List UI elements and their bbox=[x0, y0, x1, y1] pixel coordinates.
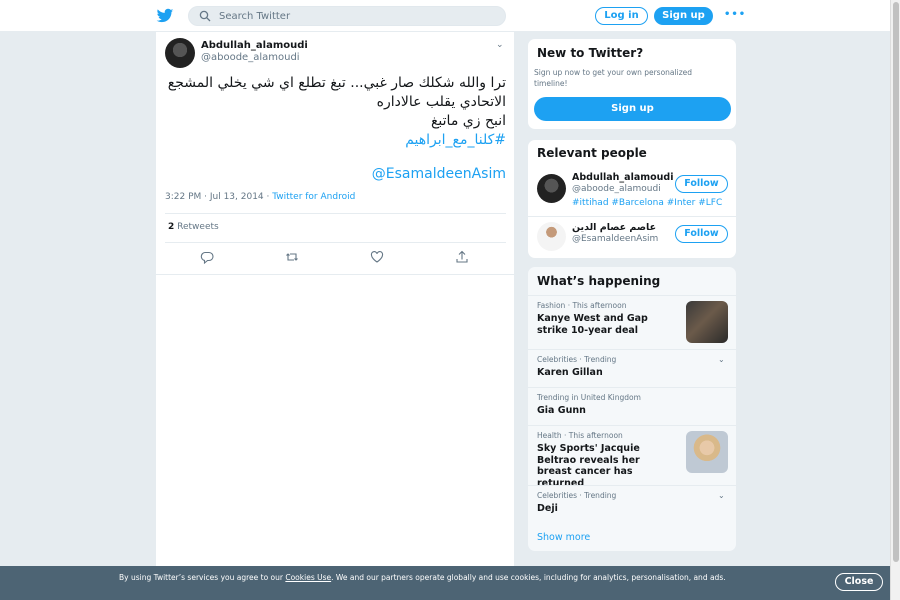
follow-button[interactable]: Follow bbox=[675, 175, 728, 193]
tweet-author-name[interactable]: Abdullah_alamoudi bbox=[201, 40, 308, 51]
twitter-bird-icon[interactable] bbox=[156, 7, 174, 25]
trend-thumbnail[interactable] bbox=[686, 301, 728, 343]
avatar[interactable] bbox=[537, 174, 566, 203]
trend-thumbnail[interactable] bbox=[686, 431, 728, 473]
show-more-link[interactable]: Show more bbox=[537, 532, 590, 543]
tweet-detail: Abdullah_alamoudi @aboode_alamoudi ⌄ ترا… bbox=[155, 32, 515, 572]
avatar[interactable] bbox=[537, 222, 566, 251]
trend-item[interactable]: Celebrities · Trending Karen Gillan ⌄ bbox=[528, 349, 736, 387]
tweet-source-link[interactable]: Twitter for Android bbox=[272, 192, 355, 202]
trend-item[interactable]: Celebrities · Trending Deji ⌄ bbox=[528, 485, 736, 523]
divider bbox=[156, 274, 514, 275]
tweet-timestamp: 3:22 PM · Jul 13, 2014 · Twitter for And… bbox=[165, 192, 355, 202]
retweet-icon[interactable] bbox=[285, 250, 299, 264]
chevron-down-icon[interactable]: ⌄ bbox=[718, 491, 725, 500]
trend-item[interactable]: Health · This afternoon Sky Sports' Jacq… bbox=[528, 425, 736, 489]
tweet-hashtag-link[interactable]: #كلنا_مع_ابراهيم bbox=[166, 131, 506, 150]
trend-meta: Celebrities · Trending bbox=[537, 355, 617, 364]
trend-meta: Celebrities · Trending bbox=[537, 491, 617, 500]
relevant-people-card: Relevant people Abdullah_alamoudi @abood… bbox=[527, 139, 737, 259]
share-icon[interactable] bbox=[455, 250, 469, 264]
card-subtitle: Sign up now to get your own personalized… bbox=[534, 68, 693, 88]
tweet-author-handle[interactable]: @aboode_alamoudi bbox=[201, 52, 300, 63]
close-button[interactable]: Close bbox=[835, 573, 883, 591]
avatar[interactable] bbox=[165, 38, 195, 68]
trend-item[interactable]: Fashion · This afternoon Kanye West and … bbox=[528, 295, 736, 349]
retweet-label: Retweets bbox=[174, 222, 219, 232]
chevron-down-icon[interactable]: ⌄ bbox=[718, 355, 725, 364]
trend-title[interactable]: Karen Gillan bbox=[537, 367, 677, 379]
trend-title[interactable]: Kanye West and Gap strike 10-year deal bbox=[537, 313, 677, 336]
retweet-stats[interactable]: 2 Retweets bbox=[168, 222, 219, 232]
vertical-scrollbar[interactable] bbox=[890, 0, 900, 600]
tweet-text-line: الاتحادي يقلب عالاداره bbox=[376, 94, 506, 110]
search-icon bbox=[199, 10, 211, 22]
trend-item[interactable]: Trending in United Kingdom Gia Gunn bbox=[528, 387, 736, 425]
tweet-text: ترا والله شكلك صار غبي... تبغ تطلع اي شي… bbox=[166, 74, 506, 150]
scrollbar-thumb[interactable] bbox=[893, 2, 899, 562]
chevron-down-icon[interactable]: ⌄ bbox=[496, 40, 504, 50]
top-bar: Log in Sign up ••• bbox=[0, 0, 900, 32]
person-bio[interactable]: #ittihad #Barcelona #Inter #LFC bbox=[572, 198, 722, 208]
tweet-mention-link[interactable]: @EsamaldeenAsim bbox=[166, 166, 506, 182]
divider bbox=[165, 213, 506, 214]
more-options-icon[interactable]: ••• bbox=[724, 9, 746, 20]
search-input[interactable] bbox=[219, 9, 489, 23]
card-title: New to Twitter? bbox=[537, 46, 644, 60]
trend-title[interactable]: Gia Gunn bbox=[537, 405, 677, 417]
signup-button[interactable]: Sign up bbox=[654, 7, 713, 25]
follow-button[interactable]: Follow bbox=[675, 225, 728, 243]
card-title: Relevant people bbox=[537, 146, 647, 160]
trend-title[interactable]: Sky Sports' Jacquie Beltrao reveals her … bbox=[537, 443, 677, 489]
tweet-time[interactable]: 3:22 PM · Jul 13, 2014 · bbox=[165, 192, 272, 202]
login-button[interactable]: Log in bbox=[595, 7, 648, 25]
like-icon[interactable] bbox=[370, 250, 384, 264]
person-name[interactable]: Abdullah_alamoudi bbox=[572, 172, 673, 183]
person-handle[interactable]: @aboode_alamoudi bbox=[572, 184, 661, 194]
reply-icon[interactable] bbox=[200, 250, 214, 264]
trend-title[interactable]: Deji bbox=[537, 503, 677, 515]
cookie-text-part: . We and our partners operate globally a… bbox=[331, 573, 726, 582]
cookie-banner: By using Twitter’s services you agree to… bbox=[0, 566, 890, 600]
whats-happening-card: What’s happening Fashion · This afternoo… bbox=[527, 266, 737, 552]
card-title: What’s happening bbox=[537, 274, 661, 288]
person-name[interactable]: عاصم عصام الدين bbox=[572, 222, 656, 233]
trend-meta: Trending in United Kingdom bbox=[537, 393, 641, 402]
cookies-use-link[interactable]: Cookies Use bbox=[285, 573, 331, 582]
cookie-text-part: By using Twitter’s services you agree to… bbox=[119, 573, 286, 582]
divider bbox=[528, 216, 736, 217]
cookie-text: By using Twitter’s services you agree to… bbox=[119, 572, 739, 583]
tweet-text-line: انبح زي ماتبغ bbox=[430, 113, 506, 129]
trend-meta: Health · This afternoon bbox=[537, 431, 623, 440]
new-to-twitter-card: New to Twitter? Sign up now to get your … bbox=[527, 38, 737, 130]
search-box[interactable] bbox=[188, 6, 506, 26]
tweet-text-line: ترا والله شكلك صار غبي... تبغ تطلع اي شي… bbox=[167, 75, 506, 91]
sidebar-signup-button[interactable]: Sign up bbox=[534, 97, 731, 121]
person-handle[interactable]: @EsamaldeenAsim bbox=[572, 234, 658, 244]
divider bbox=[165, 242, 506, 243]
trend-meta: Fashion · This afternoon bbox=[537, 301, 627, 310]
